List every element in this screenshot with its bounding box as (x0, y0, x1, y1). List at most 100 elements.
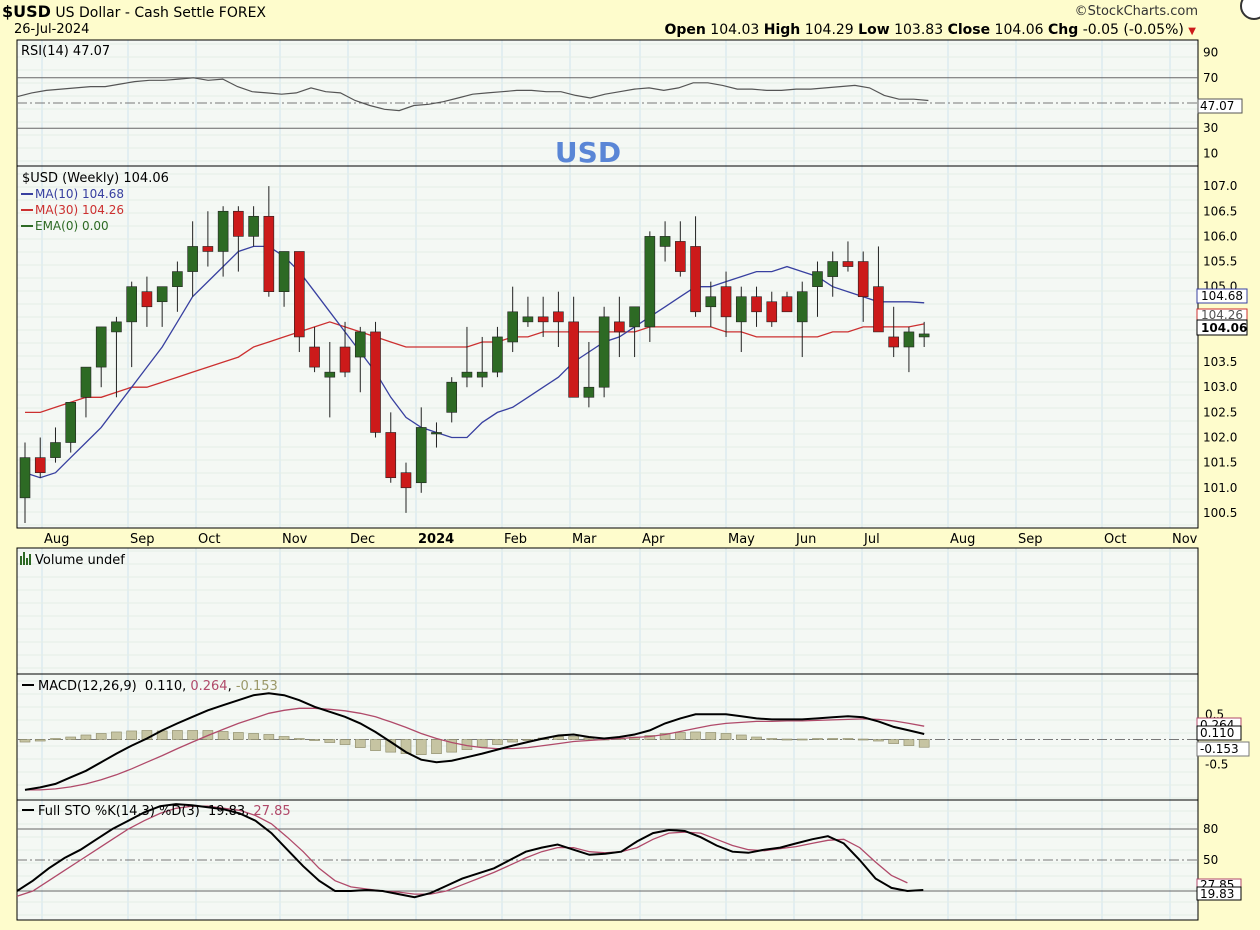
candle-body (339, 346, 351, 373)
candle-body (644, 236, 656, 328)
macd-hist-bar (217, 731, 229, 740)
candle-body (111, 321, 122, 333)
price-tick-label: 105.5 (1203, 255, 1237, 269)
macd-last-label: 0.110 (1200, 726, 1234, 740)
candle-body (842, 261, 854, 267)
macd-hist-bar (476, 739, 488, 748)
macd-hist-bar (294, 738, 305, 740)
candle-body (735, 296, 747, 323)
candle-body (675, 241, 686, 272)
rsi-last-label: 47.07 (1200, 99, 1234, 113)
sto-tick-label: 80 (1203, 822, 1218, 836)
sto-k-last-label: 19.83 (1200, 887, 1234, 901)
macd-hist-bar (690, 731, 701, 740)
macd-hist-bar (324, 739, 336, 743)
macd-hist-bar (248, 733, 259, 740)
candle-body (278, 251, 290, 292)
macd-hist-bar (233, 732, 244, 740)
macd-hist-bar (751, 736, 762, 740)
x-tick-label: May (728, 532, 755, 547)
legend-entry: MA(30) 104.26 (35, 203, 124, 217)
symbol-watermark: USD (555, 136, 621, 169)
candle-body (812, 271, 823, 287)
macd-hist-bar (263, 734, 275, 740)
price-tick-label: 107.0 (1203, 179, 1237, 193)
candle-body (857, 261, 869, 298)
x-tick-label: Mar (572, 532, 597, 547)
high-value: 104.29 (804, 22, 854, 38)
candle-body (202, 246, 214, 252)
price-y-ticks: 107.0106.5106.0105.5105.0103.5103.0102.5… (1203, 179, 1237, 520)
sto-title: Full STO %K(14,3) %D(3) (38, 804, 200, 819)
macd-hist-bar (50, 738, 61, 740)
macd-hist-bar (126, 730, 137, 740)
symbol: $USD (2, 2, 51, 21)
close-value: 104.06 (994, 22, 1044, 38)
candle-body (888, 336, 899, 348)
macd-hist-bar (187, 730, 198, 740)
candle-body (34, 457, 46, 473)
candle-body (796, 291, 808, 323)
macd-hist-bar (492, 739, 503, 745)
macd-hist-bar (309, 739, 320, 741)
candle-body (766, 301, 778, 323)
candle-body (415, 427, 427, 484)
macd-value: 0.110 (145, 679, 182, 694)
candle-body (522, 316, 534, 323)
x-tick-label: Nov (282, 532, 308, 547)
candle-body (720, 286, 732, 318)
high-label: High (763, 22, 801, 38)
macd-hist-bar (675, 732, 686, 740)
macd-hist-bar (354, 739, 366, 748)
candle-body (614, 321, 625, 333)
macd-hist-bar (415, 739, 427, 755)
candle-body (95, 326, 107, 368)
macd-hist-bar (888, 739, 899, 744)
candle-body (370, 331, 381, 433)
macd-sep-2: , (228, 679, 236, 694)
x-tick-label: 2024 (418, 532, 454, 547)
macd-title: MACD(12,26,9) (38, 679, 137, 694)
sto-k-value: 19.83 (208, 804, 245, 819)
candle-body (492, 336, 503, 373)
macd-hist-bar (111, 731, 122, 740)
macd-hist-bar (766, 738, 778, 740)
price-tick-label: 100.5 (1203, 506, 1237, 520)
stock-chart: RSI(14) 47.07 90 70 30 10 47.07 USD $USD (W… (16, 39, 1250, 921)
x-tick-label: Aug (950, 532, 975, 547)
macd-hist-bar (873, 739, 884, 742)
candle-body (476, 371, 488, 378)
x-tick-label: Sep (130, 532, 155, 547)
legend-entry: MA(10) 104.68 (35, 187, 124, 201)
candle-body (690, 246, 701, 313)
chg-value: -0.05 (-0.05%) (1082, 22, 1184, 38)
candle-body (903, 331, 915, 348)
macd-hist-bar (95, 733, 107, 740)
volume-title: Volume undef (35, 553, 125, 568)
sto-sep: , (245, 804, 253, 819)
candle-body (629, 306, 640, 328)
macd-hist-last-label: -0.153 (1200, 742, 1239, 756)
macd-signal-value: 0.264 (190, 679, 227, 694)
macd-hist-bar (278, 736, 290, 740)
candle-body (751, 296, 762, 313)
macd-hist-bar (431, 739, 442, 754)
sto-d-value: 27.85 (253, 804, 290, 819)
macd-tick-label: -0.5 (1205, 758, 1228, 772)
chart-header-title: $USD US Dollar - Cash Settle FOREX (2, 2, 266, 21)
candle-body (19, 457, 31, 499)
candle-body (80, 366, 92, 398)
macd-hist-bar (568, 736, 579, 740)
low-value: 103.83 (894, 22, 944, 38)
close-label: Close (947, 22, 991, 38)
macd-hist-bar (339, 739, 351, 745)
price-tick-label: 103.0 (1203, 380, 1237, 394)
candle-body (446, 381, 458, 413)
x-tick-label: Oct (198, 532, 220, 547)
candle-body (248, 215, 259, 237)
x-tick-label: Feb (504, 532, 527, 547)
rsi-tick-label: 10 (1203, 146, 1218, 160)
ohlc-summary: Open 104.03 High 104.29 Low 103.83 Close… (664, 22, 1196, 38)
macd-hist-bar (735, 734, 747, 740)
candle-body (309, 346, 320, 368)
